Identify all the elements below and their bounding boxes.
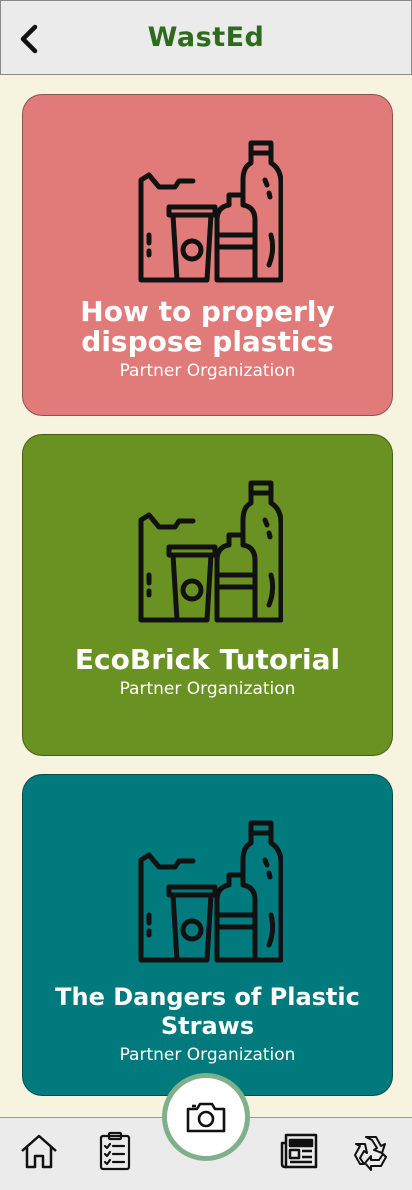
plastic-waste-icon <box>138 140 283 283</box>
plastic-waste-icon <box>138 480 283 623</box>
nav-home[interactable] <box>18 1130 60 1172</box>
nav-checklist[interactable] <box>94 1130 136 1172</box>
plastic-waste-icon <box>138 820 283 963</box>
card-subtitle: Partner Organization <box>119 361 296 381</box>
clipboard-checklist-icon <box>99 1131 131 1171</box>
newspaper-icon <box>280 1133 318 1169</box>
back-arrow-icon <box>20 24 38 54</box>
lesson-card-ecobrick[interactable]: EcoBrick Tutorial Partner Organization <box>22 434 393 756</box>
camera-button[interactable] <box>162 1073 250 1161</box>
nav-recycle[interactable] <box>350 1130 392 1172</box>
card-title: The Dangers of Plastic Straws <box>55 983 360 1040</box>
back-button[interactable] <box>13 23 45 55</box>
camera-icon <box>186 1102 226 1133</box>
top-bar: WastEd <box>0 0 412 75</box>
card-subtitle: Partner Organization <box>119 679 296 699</box>
card-title: How to properly dispose plastics <box>80 295 335 358</box>
nav-news[interactable] <box>278 1130 320 1172</box>
card-subtitle: Partner Organization <box>119 1045 296 1065</box>
lesson-card-plastic-straws[interactable]: The Dangers of Plastic Straws Partner Or… <box>22 774 393 1096</box>
recycle-icon <box>354 1136 387 1171</box>
lesson-card-dispose-plastics[interactable]: How to properly dispose plastics Partner… <box>22 94 393 416</box>
card-title: EcoBrick Tutorial <box>74 643 341 676</box>
app-title: WastEd <box>147 22 265 53</box>
home-icon <box>21 1134 57 1169</box>
